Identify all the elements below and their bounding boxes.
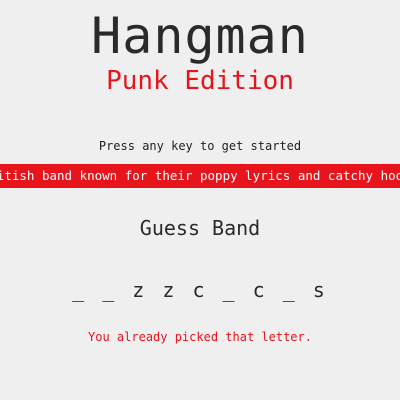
- hint-text: British band known for their poppy lyric…: [0, 168, 400, 183]
- hint-banner: British band known for their poppy lyric…: [0, 164, 400, 188]
- category-label: Guess Band: [139, 216, 261, 240]
- word-display: _ _ z z c _ c _ s: [72, 278, 328, 302]
- game-subtitle: Punk Edition: [106, 66, 294, 96]
- start-prompt: Press any key to get started: [98, 139, 302, 153]
- status-message: You already picked that letter.: [88, 330, 312, 344]
- game-title: Hangman: [91, 7, 309, 65]
